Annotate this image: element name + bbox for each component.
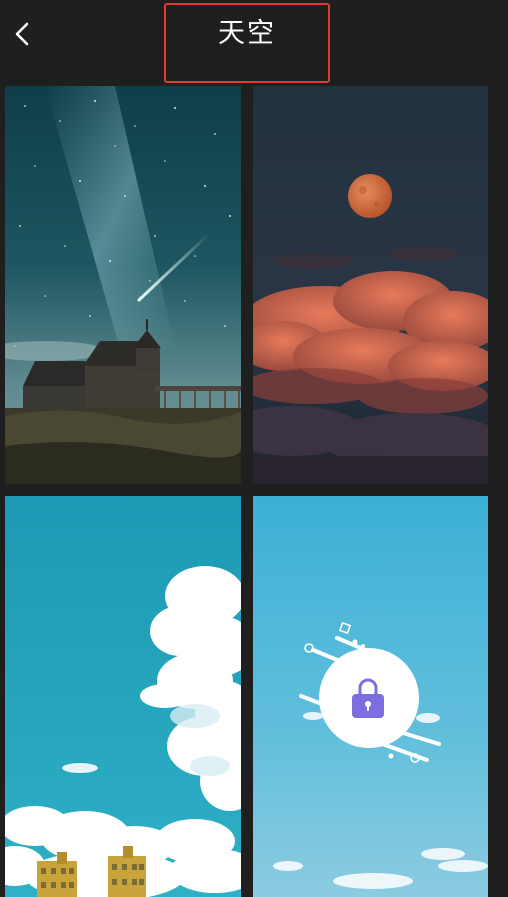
chevron-left-icon [15,22,29,46]
back-button[interactable] [6,14,42,54]
page-title: 天空 [218,18,276,49]
lock-badge [299,621,441,763]
blue-sky-buildings-image [5,496,241,897]
wallpaper-category-screen: 天空 [0,0,508,897]
wallpaper-thumbnail-blue-sky-buildings[interactable] [5,496,241,897]
moon-clouds-image [253,86,488,484]
wallpaper-thumbnail-moon-clouds[interactable] [253,86,488,484]
top-bar: 天空 [0,0,508,84]
wallpaper-thumbnail-starry-night[interactable] [5,86,241,484]
wallpaper-thumbnail-locked-sky[interactable] [253,496,488,897]
wallpaper-grid [0,86,508,897]
starry-night-image [5,86,241,484]
